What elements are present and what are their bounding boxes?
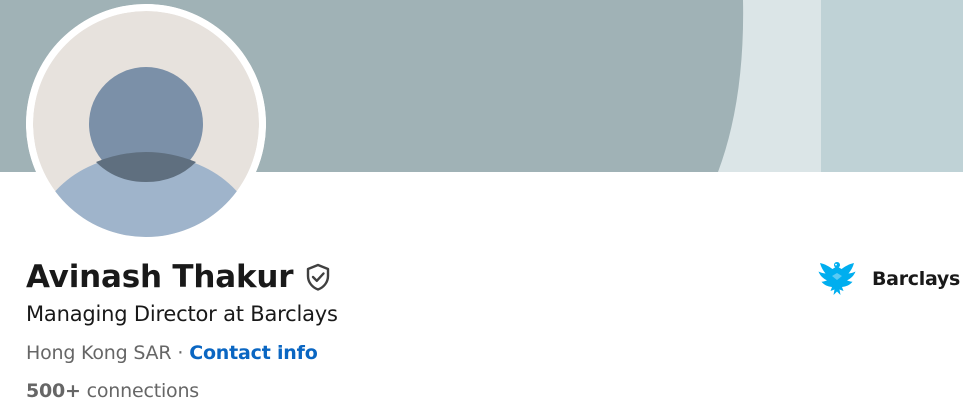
location-row: Hong Kong SAR · Contact info (26, 342, 318, 364)
connections-label: connections (86, 380, 200, 402)
profile-name: Avinash Thakur (26, 259, 294, 295)
separator-dot: · (177, 342, 184, 364)
current-company[interactable]: Barclays (814, 256, 960, 302)
profile-card: Avinash Thakur Managing Director at Barc… (0, 0, 963, 409)
verified-shield-icon[interactable] (303, 262, 333, 292)
profile-location: Hong Kong SAR (26, 342, 172, 364)
profile-headline: Managing Director at Barclays (26, 302, 338, 326)
connections-count: 500+ (26, 380, 81, 402)
default-avatar-icon (26, 4, 266, 244)
company-name: Barclays (872, 268, 960, 290)
avatar[interactable] (26, 4, 266, 244)
barclays-eagle-icon (814, 256, 860, 302)
name-row: Avinash Thakur (26, 254, 333, 300)
contact-info-link[interactable]: Contact info (189, 342, 318, 364)
connections-row: 500+ connections (26, 380, 199, 402)
